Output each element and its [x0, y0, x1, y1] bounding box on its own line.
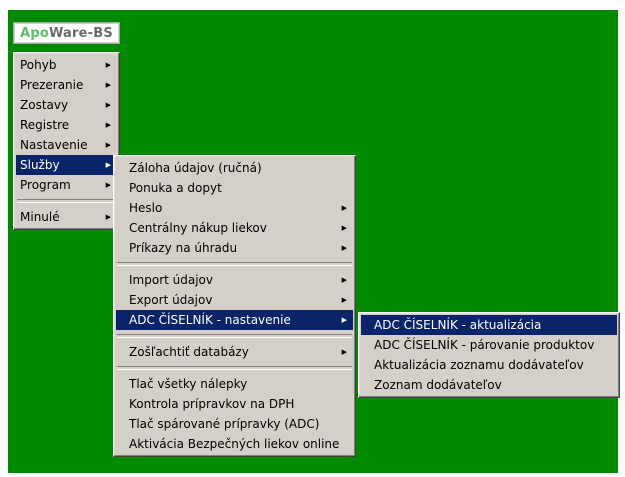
menu-item-label: Prezeranie [20, 78, 84, 92]
menu-item-label: ADC ČÍSELNÍK - párovanie produktov [374, 338, 595, 352]
submenu-arrow-icon: ▶ [105, 61, 111, 69]
submenu-arrow-icon: ▶ [105, 141, 111, 149]
submenu-arrow-icon: ▶ [105, 181, 111, 189]
menu-item-label: Minulé [20, 210, 60, 224]
menu-item-adc-aktualizacia[interactable]: ADC ČÍSELNÍK - aktualizácia [361, 315, 617, 335]
menu-item-prezeranie[interactable]: Prezeranie ▶ [16, 75, 117, 95]
submenu-arrow-icon: ▶ [105, 161, 111, 169]
submenu-arrow-icon: ▶ [341, 276, 347, 284]
menu-item-label: ADC ČÍSELNÍK - nastavenie [129, 313, 291, 327]
menu-item-minule[interactable]: Minulé ▶ [16, 207, 117, 227]
menu-item-label: Export údajov [129, 293, 213, 307]
menu-item-tlac-nalepky[interactable]: Tlač všetky nálepky [116, 374, 353, 394]
submenu-arrow-icon: ▶ [105, 101, 111, 109]
menu-separator [117, 262, 352, 266]
menu-item-label: Zoznam dodávateľov [374, 378, 502, 392]
menu-item-registre[interactable]: Registre ▶ [16, 115, 117, 135]
menu-item-label: Registre [20, 118, 70, 132]
menu-item-zostavy[interactable]: Zostavy ▶ [16, 95, 117, 115]
menu-item-aktivacia[interactable]: Aktivácia Bezpečných liekov online [116, 434, 353, 454]
menu-item-heslo[interactable]: Heslo ▶ [116, 198, 353, 218]
menu-item-label: Záloha údajov (ručná) [129, 161, 262, 175]
menu-item-label: Zostavy [20, 98, 69, 112]
menu-item-tlac-sparovane[interactable]: Tlač spárované prípravky (ADC) [116, 414, 353, 434]
menu-separator [17, 199, 116, 203]
menu-item-label: Nastavenie [20, 138, 88, 152]
menu-item-label: Tlač spárované prípravky (ADC) [129, 417, 320, 431]
menu-item-zoslachtit[interactable]: Zošľachtiť databázy ▶ [116, 342, 353, 362]
submenu-arrow-icon: ▶ [341, 348, 347, 356]
menu-item-label: Tlač všetky nálepky [129, 377, 248, 391]
menu-item-adc-nastavenie[interactable]: ADC ČÍSELNÍK - nastavenie ▶ [116, 310, 353, 330]
adc-submenu: ADC ČÍSELNÍK - aktualizácia ADC ČÍSELNÍK… [358, 312, 620, 398]
sluzby-submenu: Záloha údajov (ručná) Ponuka a dopyt Hes… [113, 155, 356, 457]
menu-item-label: Aktualizácia zoznamu dodávateľov [374, 358, 584, 372]
menu-item-prikazy[interactable]: Príkazy na úhradu ▶ [116, 238, 353, 258]
menu-item-pohyb[interactable]: Pohyb ▶ [16, 55, 117, 75]
menu-item-nastavenie[interactable]: Nastavenie ▶ [16, 135, 117, 155]
menu-separator [117, 334, 352, 338]
submenu-arrow-icon: ▶ [105, 81, 111, 89]
menu-item-label: Heslo [129, 201, 163, 215]
menu-item-kontrola-dph[interactable]: Kontrola prípravkov na DPH [116, 394, 353, 414]
menu-item-zaloha[interactable]: Záloha údajov (ručná) [116, 158, 353, 178]
menu-item-zoznam-dodavatelov[interactable]: Zoznam dodávateľov [361, 375, 617, 395]
logo-part-apo: Apo [20, 25, 49, 41]
menu-item-label: Pohyb [20, 58, 57, 72]
app-logo: Apo Ware-BS [13, 22, 120, 44]
menu-item-program[interactable]: Program ▶ [16, 175, 117, 195]
menu-item-aktualizacia-dodavatelov[interactable]: Aktualizácia zoznamu dodávateľov [361, 355, 617, 375]
menu-item-label: Zošľachtiť databázy [129, 345, 249, 359]
menu-item-label: Príkazy na úhradu [129, 241, 238, 255]
main-menu: Pohyb ▶ Prezeranie ▶ Zostavy ▶ Registre ▶ Na… [13, 52, 120, 230]
submenu-arrow-icon: ▶ [341, 224, 347, 232]
submenu-arrow-icon: ▶ [341, 204, 347, 212]
menu-item-export[interactable]: Export údajov ▶ [116, 290, 353, 310]
submenu-arrow-icon: ▶ [341, 316, 347, 324]
submenu-arrow-icon: ▶ [341, 244, 347, 252]
menu-item-label: ADC ČÍSELNÍK - aktualizácia [374, 318, 542, 332]
logo-part-ware: Ware-BS [48, 25, 113, 41]
menu-item-label: Kontrola prípravkov na DPH [129, 397, 295, 411]
menu-item-ponuka[interactable]: Ponuka a dopyt [116, 178, 353, 198]
submenu-arrow-icon: ▶ [105, 121, 111, 129]
menu-item-label: Import údajov [129, 273, 213, 287]
menu-item-label: Služby [20, 158, 60, 172]
menu-item-adc-parovanie[interactable]: ADC ČÍSELNÍK - párovanie produktov [361, 335, 617, 355]
menu-item-import[interactable]: Import údajov ▶ [116, 270, 353, 290]
menu-separator [117, 366, 352, 370]
menu-item-label: Centrálny nákup liekov [129, 221, 267, 235]
submenu-arrow-icon: ▶ [105, 213, 111, 221]
menu-item-centralny-nakup[interactable]: Centrálny nákup liekov ▶ [116, 218, 353, 238]
menu-item-label: Program [20, 178, 71, 192]
menu-item-label: Ponuka a dopyt [129, 181, 222, 195]
menu-item-label: Aktivácia Bezpečných liekov online [129, 437, 340, 451]
menu-item-sluzby[interactable]: Služby ▶ [16, 155, 117, 175]
submenu-arrow-icon: ▶ [341, 296, 347, 304]
